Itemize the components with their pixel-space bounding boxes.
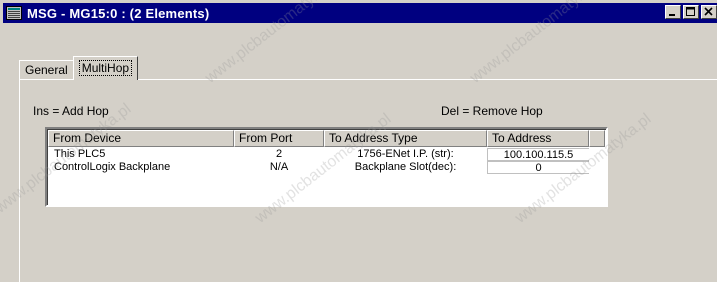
title-bar[interactable]: MSG - MG15:0 : (2 Elements) bbox=[3, 3, 717, 23]
window-controls bbox=[665, 5, 717, 21]
tab-general-label: General bbox=[25, 63, 68, 77]
maximize-icon bbox=[686, 7, 695, 16]
tab-strip: General MultiHop bbox=[19, 56, 139, 80]
cell-from-port[interactable]: 2 bbox=[234, 148, 324, 161]
cell-to-address-type[interactable]: 1756-ENet I.P. (str): bbox=[324, 148, 487, 161]
window-title: MSG - MG15:0 : (2 Elements) bbox=[27, 5, 210, 21]
cell-from-device[interactable]: ControlLogix Backplane bbox=[48, 161, 234, 174]
table-row[interactable]: ControlLogix Backplane N/A Backplane Slo… bbox=[48, 161, 589, 174]
tab-multihop-label: MultiHop bbox=[78, 60, 133, 76]
tab-multihop[interactable]: MultiHop bbox=[72, 56, 139, 80]
remove-hop-hint: Del = Remove Hop bbox=[441, 104, 543, 118]
table-row[interactable]: This PLC5 2 1756-ENet I.P. (str): 100.10… bbox=[48, 148, 589, 161]
cell-from-port[interactable]: N/A bbox=[234, 161, 324, 174]
cell-to-address-input[interactable]: 100.100.115.5 bbox=[487, 148, 589, 161]
close-icon bbox=[704, 7, 713, 16]
hop-table: From Device From Port To Address Type To… bbox=[45, 127, 608, 207]
cell-from-device[interactable]: This PLC5 bbox=[48, 148, 234, 161]
minimize-button[interactable] bbox=[665, 5, 681, 19]
message-config-window: MSG - MG15:0 : (2 Elements) General Mult… bbox=[0, 0, 717, 282]
cell-to-address-input[interactable]: 0 bbox=[487, 161, 589, 174]
column-header-to-address[interactable]: To Address bbox=[487, 130, 589, 147]
app-window-icon[interactable] bbox=[6, 6, 22, 20]
column-header-to-address-type[interactable]: To Address Type bbox=[324, 130, 487, 147]
hop-table-body: From Device From Port To Address Type To… bbox=[47, 129, 606, 205]
maximize-button[interactable] bbox=[683, 5, 699, 19]
tab-general[interactable]: General bbox=[19, 60, 74, 80]
table-header: From Device From Port To Address Type To… bbox=[48, 130, 605, 147]
minimize-icon bbox=[669, 14, 675, 16]
column-header-filler bbox=[589, 130, 605, 147]
add-hop-hint: Ins = Add Hop bbox=[33, 104, 109, 118]
column-header-from-port[interactable]: From Port bbox=[234, 130, 324, 147]
cell-to-address-type[interactable]: Backplane Slot(dec): bbox=[324, 161, 487, 174]
close-button[interactable] bbox=[701, 5, 717, 19]
column-header-from-device[interactable]: From Device bbox=[48, 130, 234, 147]
